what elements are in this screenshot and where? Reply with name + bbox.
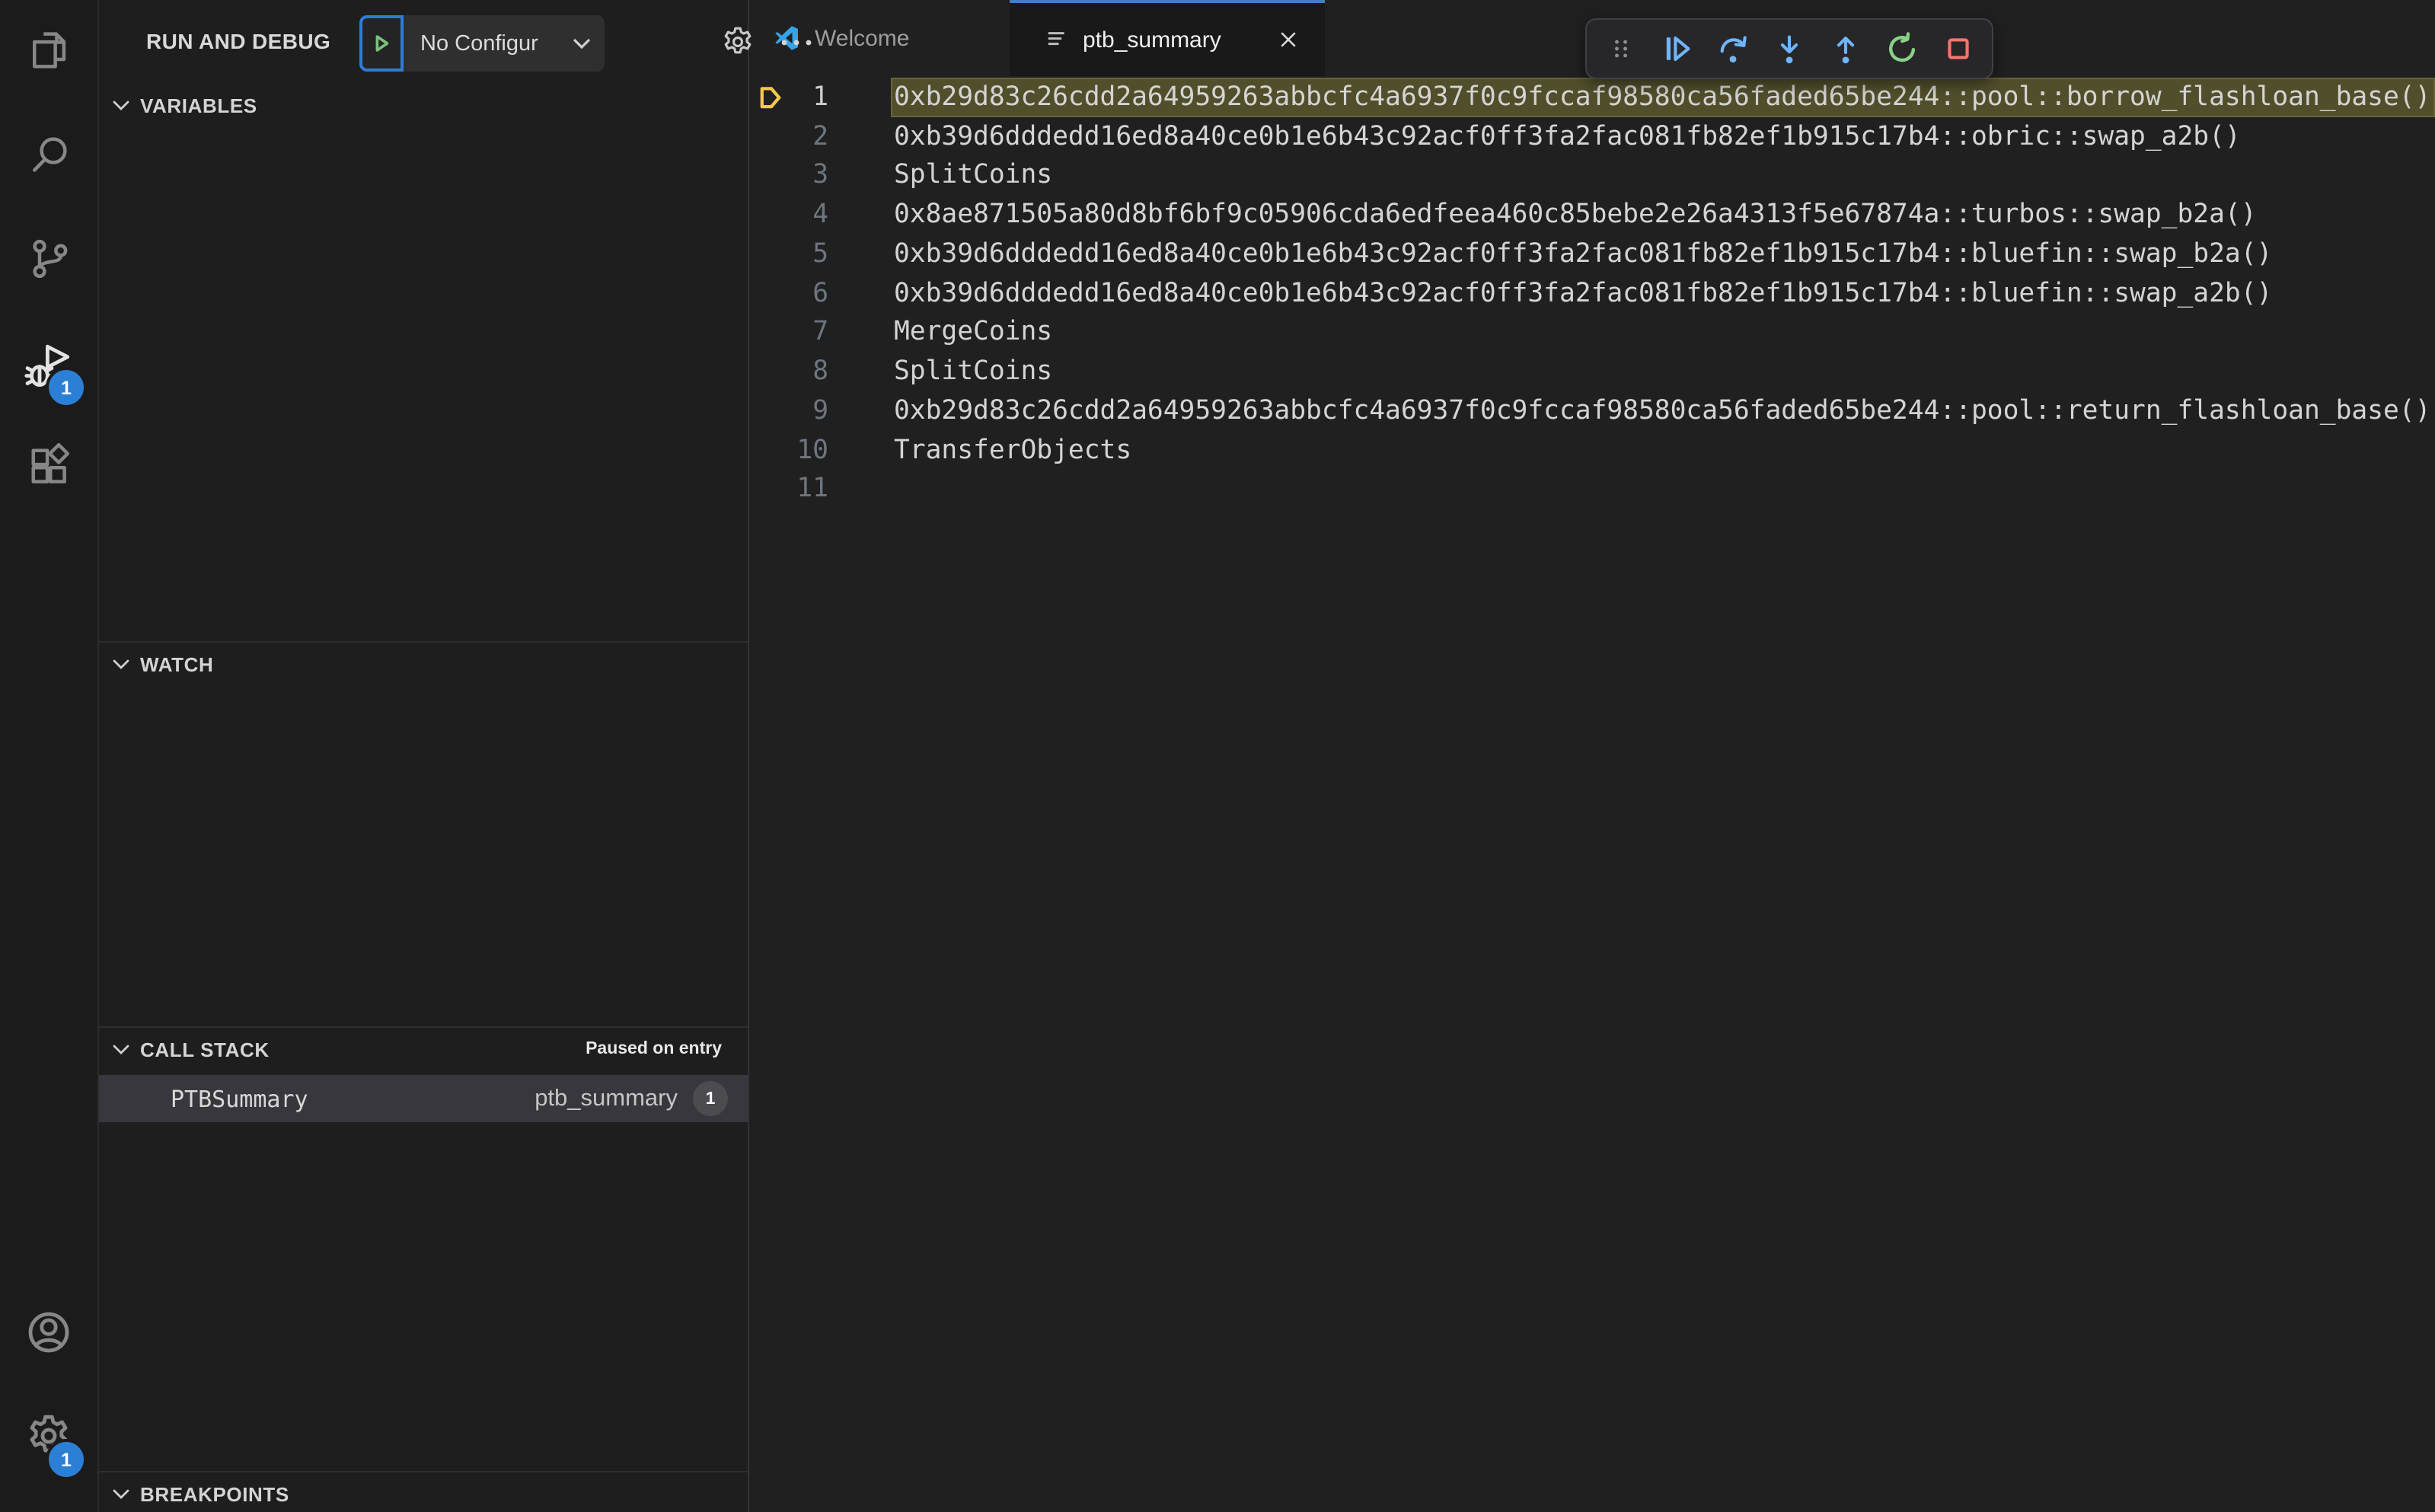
code-line-3[interactable]: 3 SplitCoins [749,156,2435,196]
accounts-button[interactable] [0,1284,97,1381]
sidebar-title: RUN AND DEBUG [146,29,331,53]
start-debug-button[interactable] [359,15,404,72]
chevron-down-icon [113,1488,129,1499]
close-tab-icon[interactable] [1273,24,1304,55]
stack-frame-badge: 1 [693,1081,728,1116]
code-text: SplitCoins [894,356,1053,388]
code-text: MergeCoins [894,317,1053,348]
vscode-window: 1 1 RUN AND DEBUG No Configur VARIABLES … [0,0,2435,1512]
variables-section-label: VARIABLES [140,94,257,116]
extensions-icon [26,443,72,489]
sidebar-item-source-control[interactable] [0,210,97,308]
code-text: 0xb39d6dddedd16ed8a40ce0b1e6b43c92acf0ff… [894,278,2273,309]
step-out-button[interactable] [1827,30,1864,67]
line-number[interactable]: 7 [749,313,828,352]
breakpoints-section: BREAKPOINTS [99,1471,748,1512]
code-editor[interactable]: 1 0xb29d83c26cdd2a64959263abbcfc4a6937f0c… [749,76,2435,1512]
code-line-6[interactable]: 6 0xb39d6dddedd16ed8a40ce0b1e6b43c92acf0f… [749,274,2435,314]
chevron-down-icon [573,37,605,49]
code-line-7[interactable]: 7 MergeCoins [749,313,2435,352]
continue-button[interactable] [1658,30,1695,67]
settings-button[interactable]: 1 [0,1387,97,1485]
debug-toolbar [1585,18,1993,79]
watch-section: WATCH [99,641,748,1026]
sidebar-item-run-and-debug[interactable]: 1 [0,317,97,414]
variables-section-header[interactable]: VARIABLES [99,84,748,126]
line-number[interactable]: 11 [749,470,828,509]
stack-frame-source: ptb_summary [535,1085,678,1111]
chevron-down-icon [113,100,129,110]
code-text: 0xb29d83c26cdd2a64959263abbcfc4a6937f0c9… [894,395,2431,426]
code-line-5[interactable]: 5 0xb39d6dddedd16ed8a40ce0b1e6b43c92acf0f… [749,234,2435,274]
debug-count-badge: 1 [46,367,87,408]
source-control-icon [26,236,72,282]
call-stack-section-header[interactable]: CALL STACK Paused on entry [99,1028,748,1070]
account-icon [24,1308,73,1357]
search-icon [26,132,72,178]
line-number[interactable]: 5 [749,234,828,274]
editor-area: Welcome ptb_summary 1 0xb29d83c26cdd2a64… [749,0,2435,1512]
debug-settings-button[interactable] [716,0,758,84]
line-number[interactable]: 3 [749,156,828,196]
code-text: 0xb39d6dddedd16ed8a40ce0b1e6b43c92acf0ff… [894,238,2273,270]
line-number[interactable]: 6 [749,274,828,314]
code-text: TransferObjects [894,435,1132,466]
breakpoints-section-label: BREAKPOINTS [140,1482,289,1505]
sidebar-item-explorer[interactable] [0,2,97,99]
ellipsis-icon [780,37,813,46]
step-over-button[interactable] [1715,30,1751,67]
tab-ptb-summary[interactable]: ptb_summary [1010,0,1325,76]
code-text: SplitCoins [894,160,1053,191]
stop-button[interactable] [1940,30,1977,67]
tab-ptb-summary-label: ptb_summary [1083,27,1221,53]
sidebar-item-search[interactable] [0,107,97,204]
code-line-2[interactable]: 2 0xb39d6dddedd16ed8a40ce0b1e6b43c92acf0f… [749,117,2435,157]
code-text: 0xb29d83c26cdd2a64959263abbcfc4a6937f0c9… [891,78,2435,117]
code-line-10[interactable]: 10 TransferObjects [749,431,2435,471]
call-stack-section: CALL STACK Paused on entry PTBSummary pt… [99,1026,748,1471]
code-text: 0xb39d6dddedd16ed8a40ce0b1e6b43c92acf0ff… [894,121,2241,152]
variables-section: VARIABLES [99,84,748,641]
run-and-debug-sidebar: RUN AND DEBUG No Configur VARIABLES WATC… [99,0,812,1512]
play-icon [370,32,393,55]
explorer-icon [26,27,72,73]
launch-config-label: No Configur [420,31,538,56]
chevron-down-icon [113,1044,129,1054]
sidebar-header: RUN AND DEBUG No Configur [99,0,812,84]
line-number[interactable]: 10 [749,431,828,471]
toolbar-drag-handle[interactable] [1602,30,1639,67]
file-list-icon [1045,27,1069,52]
stack-frame-name: PTBSummary [171,1085,308,1112]
settings-count-badge: 1 [46,1439,87,1480]
code-line-4[interactable]: 4 0x8ae871505a80d8bf6bf9c05906cda6edfeea4… [749,196,2435,235]
restart-button[interactable] [1884,30,1920,67]
code-text: 0x8ae871505a80d8bf6bf9c05906cda6edfeea46… [894,199,2257,231]
gear-icon [720,24,755,59]
line-number[interactable]: 4 [749,196,828,235]
activity-bar: 1 1 [0,0,99,1512]
step-into-button[interactable] [1771,30,1808,67]
line-number[interactable]: 9 [749,391,828,431]
code-line-9[interactable]: 9 0xb29d83c26cdd2a64959263abbcfc4a6937f0c… [749,391,2435,431]
breakpoints-section-header[interactable]: BREAKPOINTS [99,1472,748,1512]
code-line-11[interactable]: 11 [749,470,2435,509]
sidebar-item-extensions[interactable] [0,417,97,515]
call-stack-frame-row[interactable]: PTBSummary ptb_summary 1 [99,1075,748,1122]
views-more-actions-button[interactable] [775,0,818,84]
call-stack-section-label: CALL STACK [140,1038,270,1061]
chevron-down-icon [113,659,129,669]
debug-status-text: Paused on entry [586,1040,722,1058]
code-line-8[interactable]: 8 SplitCoins [749,352,2435,392]
code-lines: 1 0xb29d83c26cdd2a64959263abbcfc4a6937f0c… [749,78,2435,509]
stack-frame-meta: ptb_summary 1 [535,1081,748,1116]
watch-section-label: WATCH [140,652,214,675]
line-number[interactable]: 2 [749,117,828,157]
tab-welcome-label: Welcome [815,25,910,51]
watch-section-header[interactable]: WATCH [99,643,748,685]
code-line-1[interactable]: 1 0xb29d83c26cdd2a64959263abbcfc4a6937f0c… [749,78,2435,117]
launch-config-dropdown[interactable]: No Configur [359,15,605,72]
line-number[interactable]: 8 [749,352,828,392]
